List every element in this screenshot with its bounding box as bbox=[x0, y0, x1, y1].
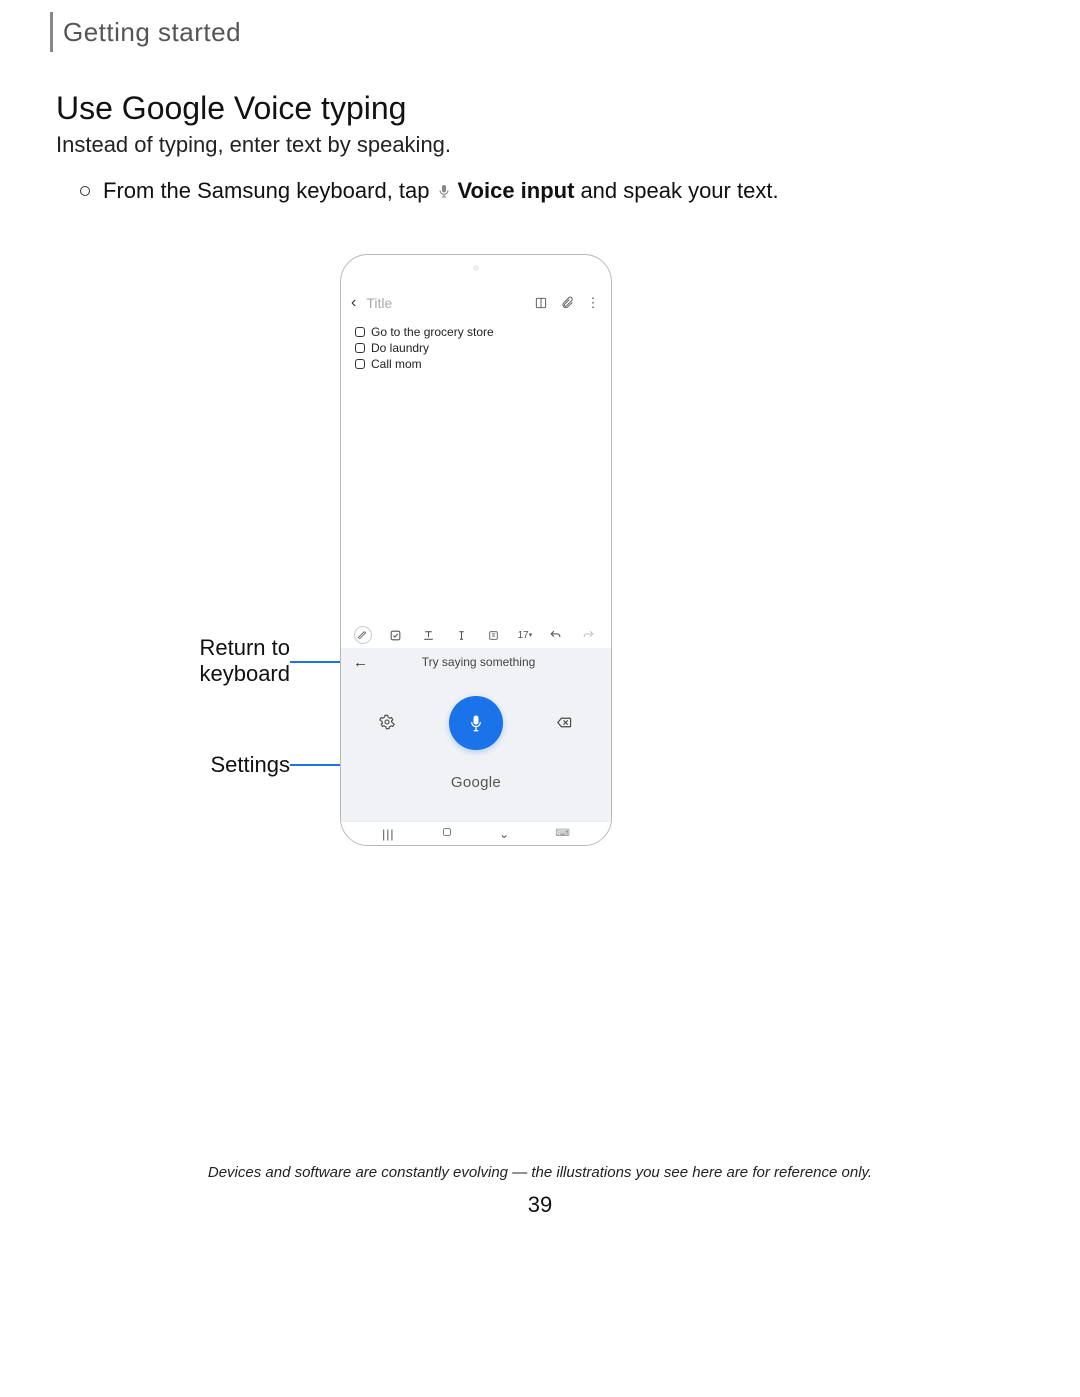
settings-button[interactable] bbox=[379, 714, 397, 732]
undo-icon[interactable] bbox=[547, 626, 565, 644]
checkbox-icon[interactable] bbox=[355, 327, 365, 337]
checkbox-icon[interactable] bbox=[355, 343, 365, 353]
pen-icon[interactable] bbox=[354, 626, 372, 644]
instruction-pre: From the Samsung keyboard, tap bbox=[103, 178, 430, 204]
note-text: Do laundry bbox=[371, 341, 429, 355]
keyboard-switch-icon[interactable]: ⌨ bbox=[555, 828, 569, 839]
app-topbar: ‹ Title ⋮ bbox=[351, 291, 601, 315]
checkbox-icon[interactable] bbox=[355, 359, 365, 369]
title-placeholder[interactable]: Title bbox=[366, 295, 523, 311]
voice-input-button[interactable] bbox=[449, 696, 503, 750]
block-icon[interactable] bbox=[485, 626, 503, 644]
section-header: Getting started bbox=[50, 12, 241, 52]
redo-icon[interactable] bbox=[580, 626, 598, 644]
return-to-keyboard-button[interactable]: ← bbox=[353, 654, 368, 671]
voice-topbar: ← Try saying something bbox=[341, 648, 611, 676]
list-item[interactable]: Go to the grocery store bbox=[355, 325, 494, 339]
callout-settings: Settings bbox=[150, 752, 290, 778]
page-number: 39 bbox=[0, 1192, 1080, 1218]
list-item[interactable]: Do laundry bbox=[355, 341, 494, 355]
instruction: From the Samsung keyboard, tap Voice inp… bbox=[103, 178, 779, 204]
note-text: Call mom bbox=[371, 357, 422, 371]
attach-icon[interactable] bbox=[559, 295, 575, 311]
list-item[interactable]: Call mom bbox=[355, 357, 494, 371]
more-icon[interactable]: ⋮ bbox=[585, 295, 601, 311]
footer-note: Devices and software are constantly evol… bbox=[0, 1164, 1080, 1181]
page-heading: Use Google Voice typing bbox=[56, 90, 406, 127]
phone-mockup: ‹ Title ⋮ Go to the grocery store Do lau… bbox=[340, 254, 612, 846]
fontsize-picker[interactable]: 17▾ bbox=[518, 626, 533, 644]
back-icon[interactable]: ‹ bbox=[351, 294, 356, 312]
intro-text: Instead of typing, enter text by speakin… bbox=[56, 132, 451, 158]
backspace-button[interactable] bbox=[555, 714, 573, 732]
text-format-icon[interactable] bbox=[420, 626, 438, 644]
brand-label: Google bbox=[341, 774, 611, 791]
reader-icon[interactable] bbox=[533, 295, 549, 311]
instruction-label: Voice input bbox=[458, 178, 575, 204]
text-style-icon[interactable] bbox=[452, 626, 470, 644]
back-button[interactable]: ⌄ bbox=[499, 827, 509, 841]
system-navbar: ||| ⌄ ⌨ bbox=[341, 821, 611, 845]
bullet-icon bbox=[80, 186, 90, 196]
checklist-icon[interactable] bbox=[387, 626, 405, 644]
voice-panel: ← Try saying something Google bbox=[341, 648, 611, 821]
voice-prompt: Try saying something bbox=[378, 655, 599, 669]
mic-icon bbox=[436, 181, 452, 201]
instruction-post: and speak your text. bbox=[580, 178, 778, 204]
note-list: Go to the grocery store Do laundry Call … bbox=[355, 325, 494, 373]
callout-return: Return to keyboard bbox=[150, 635, 290, 687]
editor-toolbar: 17▾ bbox=[347, 623, 605, 647]
camera-dot bbox=[473, 265, 479, 271]
note-text: Go to the grocery store bbox=[371, 325, 494, 339]
home-button[interactable] bbox=[441, 826, 453, 841]
voice-controls bbox=[341, 676, 611, 760]
recents-button[interactable]: ||| bbox=[382, 827, 394, 841]
section-title: Getting started bbox=[63, 17, 241, 48]
